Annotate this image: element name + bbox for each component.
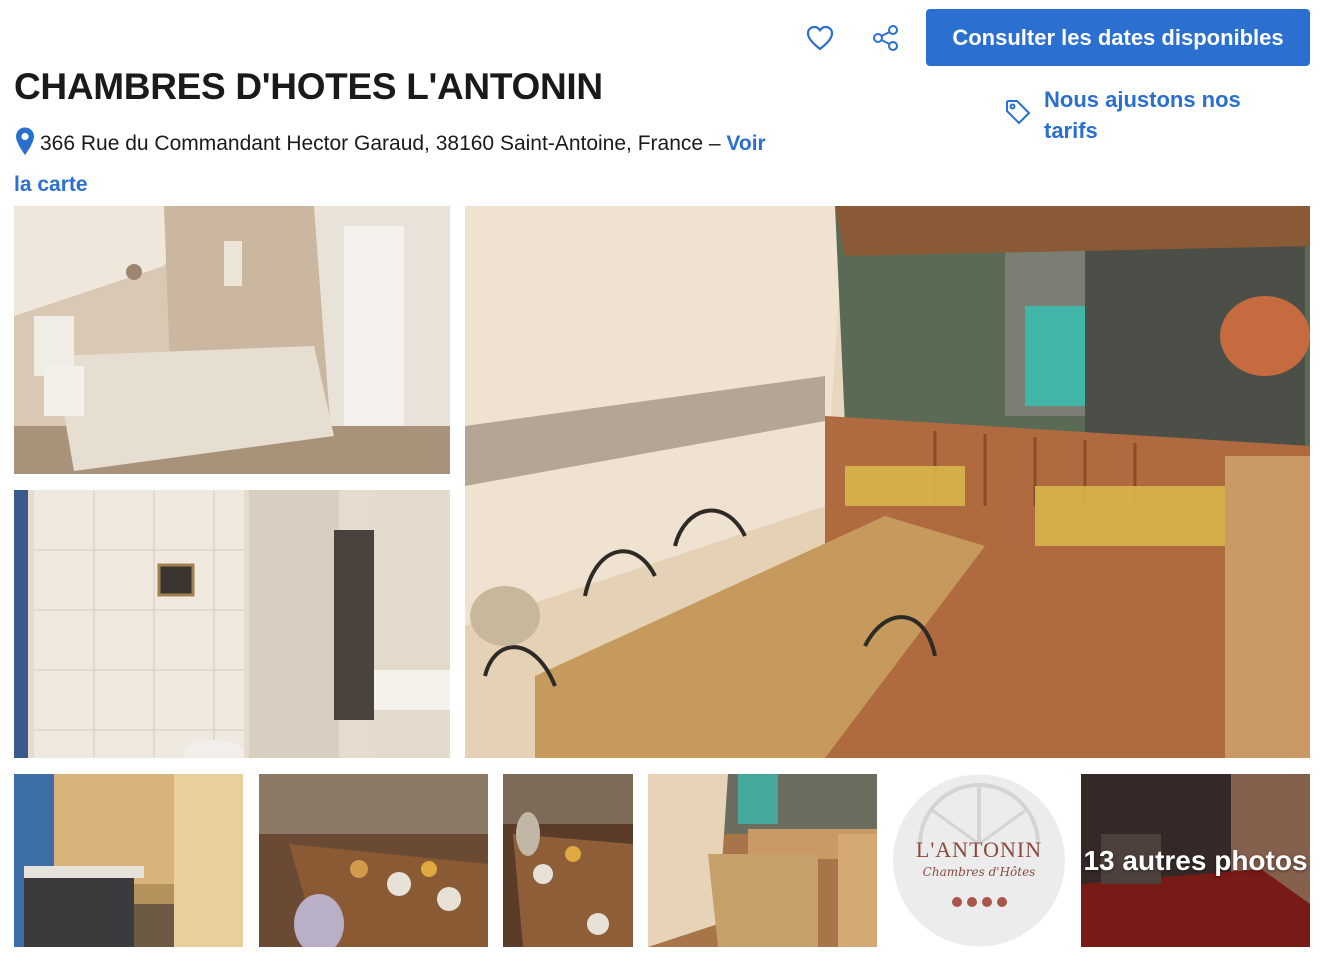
address-text: 366 Rue du Commandant Hector Garaud, 381…	[40, 132, 721, 155]
photo-breakfast-room-1[interactable]	[259, 774, 488, 947]
photo-bathroom[interactable]	[14, 490, 450, 758]
price-match-link[interactable]: Nous ajustons nos tarifs	[1004, 84, 1284, 146]
share-button[interactable]	[866, 18, 906, 58]
map-pin-icon	[14, 126, 36, 167]
favorite-button[interactable]	[800, 18, 840, 58]
property-address: 366 Rue du Commandant Hector Garaud, 381…	[14, 126, 774, 202]
heart-icon	[806, 25, 834, 51]
more-photos-label: 13 autres photos	[1081, 774, 1310, 947]
photo-terrace[interactable]	[465, 206, 1310, 758]
price-tag-icon	[1004, 98, 1032, 146]
photo-breakfast-room-2[interactable]	[503, 774, 633, 947]
property-title: CHAMBRES D'HOTES L'ANTONIN	[14, 66, 603, 107]
price-match-label: Nous ajustons nos tarifs	[1044, 87, 1241, 143]
logo-subtitle: Chambres d'Hôtes	[922, 864, 1036, 879]
photo-terrace-table[interactable]	[648, 774, 877, 947]
more-photos-tile[interactable]: 13 autres photos	[1081, 774, 1310, 947]
share-icon	[873, 25, 898, 51]
check-availability-button[interactable]: Consulter les dates disponibles	[926, 9, 1310, 66]
logo-tile[interactable]: L'ANTONIN Chambres d'Hôtes	[892, 774, 1066, 947]
photo-bathroom-sink[interactable]	[14, 774, 243, 947]
logo-title: L'ANTONIN	[915, 836, 1043, 862]
photo-bedroom[interactable]	[14, 206, 450, 474]
